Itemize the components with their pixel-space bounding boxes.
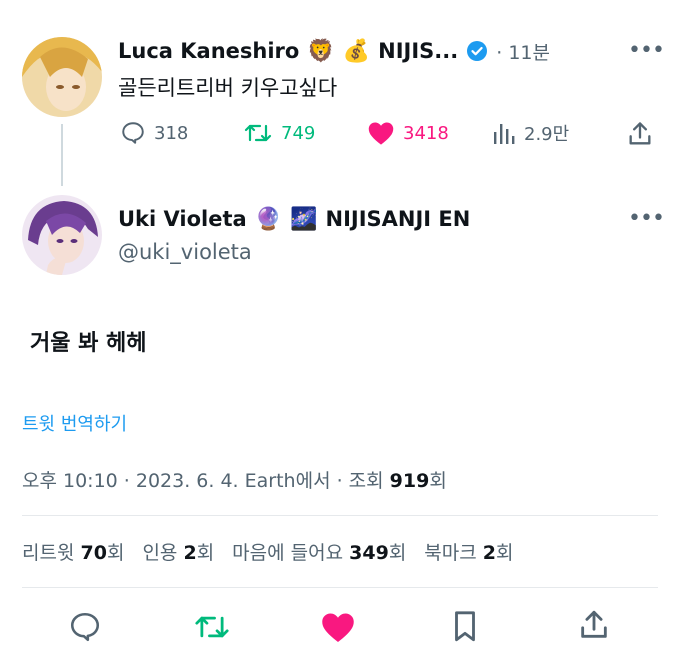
tweet-header: Uki Violeta 🔮 🌌 NIJISANJI EN xyxy=(118,203,470,235)
timestamp-location: 오후 10:10 · 2023. 6. 4. Earth에서 · 조회 xyxy=(22,470,390,492)
retweet-icon xyxy=(243,120,273,146)
money-bag-emoji: 💰 xyxy=(342,38,371,64)
retweet-button[interactable] xyxy=(193,610,231,644)
reply-button[interactable] xyxy=(68,610,102,644)
retweets-stat-unit: 회 xyxy=(106,542,125,564)
retweets-stat-label: 리트윗 xyxy=(22,542,75,564)
bookmarks-stat[interactable]: 북마크 2회 xyxy=(424,538,513,565)
like-count: 3418 xyxy=(403,122,449,144)
like-action[interactable]: 3418 xyxy=(367,120,449,146)
likes-stat-count: 349 xyxy=(349,542,389,564)
retweets-stat[interactable]: 리트윗 70회 xyxy=(22,538,124,565)
divider xyxy=(22,587,658,588)
likes-stat-unit: 회 xyxy=(388,542,407,564)
crystal-ball-emoji: 🔮 xyxy=(254,206,283,232)
reply-action[interactable]: 318 xyxy=(120,120,188,146)
views-action[interactable]: 2.9만 xyxy=(492,120,569,146)
divider xyxy=(22,515,658,516)
quotes-stat-label: 인용 xyxy=(142,542,178,564)
analytics-bar-icon xyxy=(492,120,516,146)
views-suffix: 회 xyxy=(429,470,447,492)
verified-badge-icon xyxy=(466,40,488,62)
heart-icon xyxy=(367,120,395,146)
bookmarks-stat-count: 2 xyxy=(482,542,497,564)
tweet-meta: 오후 10:10 · 2023. 6. 4. Earth에서 · 조회 919회 xyxy=(22,466,447,493)
display-name[interactable]: Luca Kaneshiro xyxy=(118,39,299,63)
milky-way-emoji: 🌌 xyxy=(290,206,318,232)
likes-stat[interactable]: 마음에 들어요 349회 xyxy=(232,538,406,565)
bookmarks-stat-unit: 회 xyxy=(496,542,514,564)
quotes-stat-count: 2 xyxy=(183,542,197,564)
retweets-stat-count: 70 xyxy=(80,542,107,564)
translate-link[interactable]: 트윗 번역하기 xyxy=(22,410,127,436)
quotes-stat[interactable]: 인용 2회 xyxy=(142,538,214,565)
heart-icon xyxy=(320,610,356,644)
share-icon xyxy=(626,120,654,148)
uki-avatar[interactable] xyxy=(22,195,102,275)
parent-header: Luca Kaneshiro 🦁 💰 NIJIS... · 11분 xyxy=(118,35,550,67)
share-button[interactable] xyxy=(577,608,611,642)
more-options-icon[interactable]: ••• xyxy=(628,38,665,63)
reply-icon xyxy=(68,610,102,644)
user-handle[interactable]: @uki_violeta xyxy=(118,240,252,264)
quotes-stat-unit: 회 xyxy=(196,542,215,564)
likes-stat-label: 마음에 들어요 xyxy=(232,542,344,564)
retweet-count: 749 xyxy=(281,122,316,144)
retweet-action[interactable]: 749 xyxy=(243,120,315,146)
tweet-time[interactable]: · 11분 xyxy=(496,38,550,65)
share-action[interactable] xyxy=(626,120,654,148)
thread-connector xyxy=(61,124,63,186)
name-suffix: NIJIS... xyxy=(378,39,459,63)
bookmarks-stat-label: 북마크 xyxy=(424,542,477,564)
display-name[interactable]: Uki Violeta xyxy=(118,207,247,231)
luca-avatar[interactable] xyxy=(22,37,102,117)
share-icon xyxy=(577,608,611,642)
retweet-icon xyxy=(193,610,231,644)
engagement-stats: 리트윗 70회 인용 2회 마음에 들어요 349회 북마크 2회 xyxy=(22,538,514,565)
reply-icon xyxy=(120,120,146,146)
bookmark-button[interactable] xyxy=(450,610,480,644)
parent-tweet-text: 골든리트리버 키우고싶다 xyxy=(118,76,338,100)
views-count: 919 xyxy=(389,470,430,492)
more-options-icon[interactable]: ••• xyxy=(628,206,665,231)
like-button[interactable] xyxy=(320,610,356,644)
bookmark-icon xyxy=(450,610,480,644)
view-count: 2.9만 xyxy=(524,124,570,145)
name-suffix: NIJISANJI EN xyxy=(325,207,471,231)
lion-emoji: 🦁 xyxy=(307,38,335,64)
reply-count: 318 xyxy=(154,122,189,144)
tweet-text: 거울 봐 헤헤 xyxy=(30,331,147,356)
